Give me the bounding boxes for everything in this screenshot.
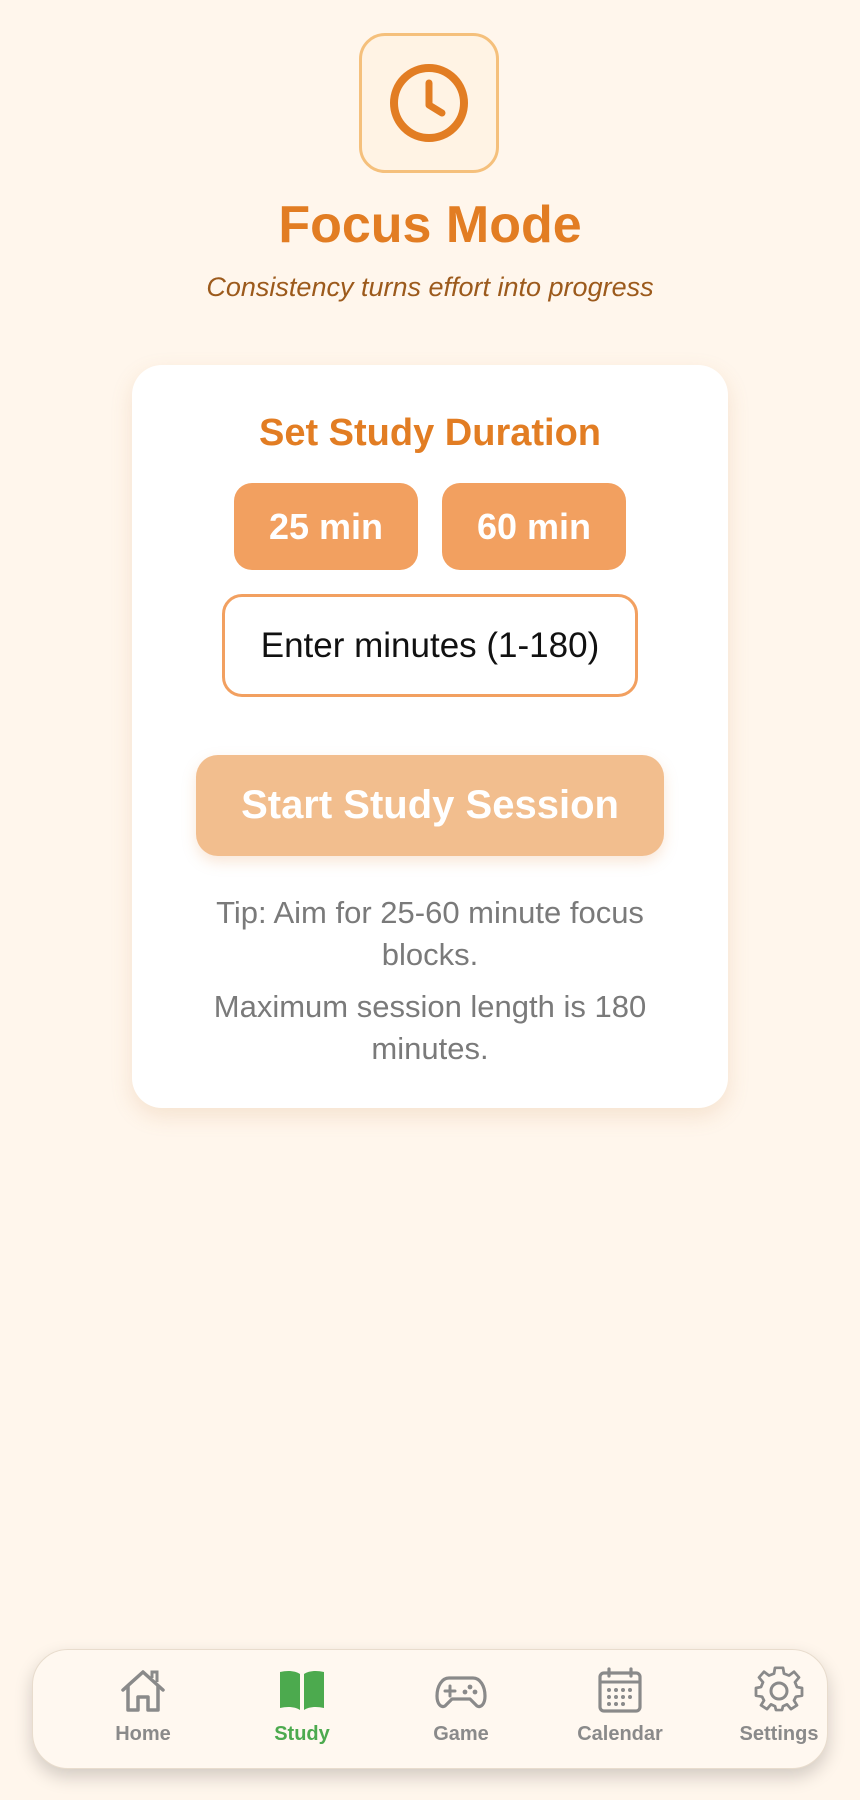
nav-label-calendar: Calendar — [577, 1723, 663, 1745]
nav-label-settings: Settings — [739, 1723, 819, 1745]
card-title: Set Study Duration — [258, 412, 602, 454]
gamepad-icon — [435, 1676, 487, 1709]
max-length-text: Maximum session length is 180 minutes. — [213, 989, 647, 1066]
page-subtitle: Consistency turns effort into progress — [206, 272, 654, 302]
page-title: Focus Mode — [278, 196, 582, 254]
nav-item-settings[interactable]: Settings — [709, 1666, 849, 1756]
start-session-button[interactable]: Start Study Session — [196, 755, 664, 856]
tip-text: Tip: Aim for 25-60 minute focus blocks. — [216, 895, 644, 972]
nav-item-game[interactable]: Game — [391, 1666, 531, 1756]
nav-item-calendar[interactable]: Calendar — [550, 1666, 690, 1756]
book-icon — [280, 1670, 324, 1710]
nav-label-game: Game — [433, 1723, 489, 1745]
nav-item-home[interactable]: Home — [73, 1666, 213, 1756]
gear-icon — [754, 1666, 804, 1712]
nav-item-study[interactable]: Study — [232, 1666, 372, 1756]
minutes-input[interactable] — [222, 594, 638, 697]
nav-label-study: Study — [274, 1723, 330, 1745]
logo-badge — [359, 33, 499, 173]
duration-card: Set Study Duration 25 min 60 min Start S… — [132, 365, 728, 1108]
preset-60-button[interactable]: 60 min — [442, 483, 626, 570]
home-icon — [121, 1670, 165, 1712]
clock-icon — [390, 64, 468, 142]
bottom-nav: Home Study Game Calendar Settings — [32, 1649, 828, 1769]
preset-25-button[interactable]: 25 min — [234, 483, 418, 570]
calendar-icon — [598, 1667, 642, 1713]
nav-label-home: Home — [115, 1723, 171, 1745]
focus-mode-page: Focus Mode Consistency turns effort into… — [0, 0, 860, 1800]
